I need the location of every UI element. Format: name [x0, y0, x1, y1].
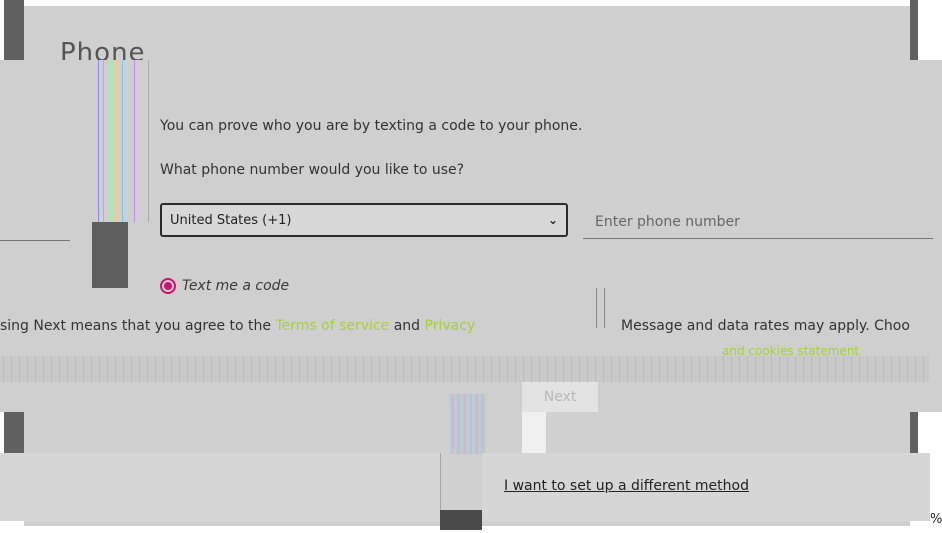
- rates-text: Message and data rates may apply. Choo: [621, 318, 910, 334]
- country-select-value: United States (+1): [170, 212, 292, 228]
- glitch-stripe: [134, 60, 135, 222]
- corner-text: %: [930, 512, 942, 527]
- glitch-stripe: [110, 60, 111, 222]
- glitch-stripe: [604, 288, 605, 328]
- glitch-stripe: [148, 60, 149, 222]
- phone-number-input[interactable]: [583, 205, 933, 239]
- decorative-block: [440, 510, 482, 530]
- legal-text-left: sing Next means that you agree to the Te…: [0, 318, 475, 334]
- divider: [0, 240, 70, 241]
- radio-selected-icon[interactable]: [160, 278, 176, 294]
- glitch-stripe: [116, 60, 117, 222]
- decorative-block: [522, 412, 546, 454]
- radio-label: Text me a code: [182, 278, 290, 294]
- chevron-down-icon: ⌄: [547, 213, 558, 227]
- next-button[interactable]: Next: [522, 382, 598, 412]
- glitch-stripe: [122, 60, 123, 222]
- glitch-stripe: [103, 60, 104, 222]
- legal-prefix: sing Next means that you agree to the: [0, 318, 276, 334]
- text-me-code-option[interactable]: Text me a code: [160, 278, 289, 294]
- country-code-select[interactable]: United States (+1) ⌄: [160, 203, 568, 237]
- glitch-stripe: [596, 288, 597, 328]
- instruction-text: You can prove who you are by texting a c…: [160, 118, 583, 134]
- privacy-link[interactable]: Privacy: [425, 318, 476, 334]
- bottom-panel-left: [0, 453, 441, 521]
- glitch-stripe: [98, 60, 99, 222]
- question-text: What phone number would you like to use?: [160, 162, 465, 178]
- terms-of-service-link[interactable]: Terms of service: [275, 318, 389, 334]
- decorative-block: [92, 222, 128, 288]
- glitch-stripe: [450, 394, 486, 454]
- legal-and: and: [389, 318, 425, 334]
- glitch-band: [0, 356, 930, 382]
- different-method-link[interactable]: I want to set up a different method: [504, 478, 749, 494]
